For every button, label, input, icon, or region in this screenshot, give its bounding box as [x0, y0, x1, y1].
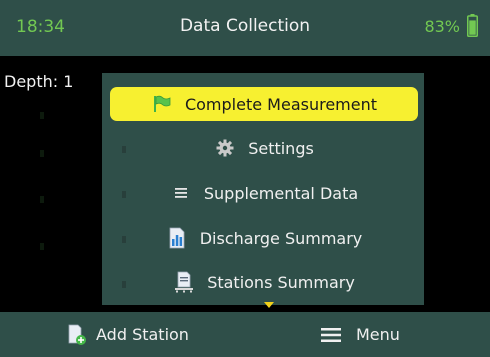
options-menu-popup: Complete Measurement Settings Supplement…	[102, 73, 424, 305]
app-title: Data Collection	[179, 16, 311, 36]
battery-percentage: 83%	[424, 17, 460, 36]
station-marker	[40, 196, 44, 203]
stations-document-icon	[173, 271, 195, 293]
chart-document-icon	[166, 227, 188, 249]
station-marker	[40, 150, 44, 157]
add-station-label: Add Station	[96, 325, 189, 344]
gear-icon	[214, 137, 236, 159]
title-bar: 18:34 Data Collection 83%	[0, 0, 490, 56]
menu-item-label: Discharge Summary	[199, 228, 363, 248]
battery-icon	[467, 14, 478, 37]
station-marker	[40, 112, 44, 119]
flag-icon	[151, 93, 173, 115]
list-icon	[170, 182, 192, 204]
menu-item-label: Stations Summary	[207, 272, 355, 292]
menu-item-complete-measurement[interactable]: Complete Measurement	[110, 87, 418, 121]
add-station-button[interactable]: Add Station	[66, 312, 189, 357]
menu-item-stations-summary[interactable]: Stations Summary	[110, 265, 418, 299]
menu-item-label: Supplemental Data	[203, 183, 359, 203]
menu-button[interactable]: Menu	[320, 312, 400, 357]
hamburger-icon	[320, 324, 342, 346]
menu-item-supplemental-data[interactable]: Supplemental Data	[110, 176, 418, 210]
menu-label: Menu	[356, 325, 400, 344]
menu-item-discharge-summary[interactable]: Discharge Summary	[110, 221, 418, 255]
station-marker	[40, 243, 44, 250]
depth-label: Depth: 1	[4, 72, 74, 91]
chevron-down-icon	[264, 302, 274, 308]
menu-item-label: Complete Measurement	[184, 94, 378, 114]
menu-item-settings[interactable]: Settings	[110, 131, 418, 165]
menu-item-label: Settings	[248, 138, 314, 158]
softkey-bar: Add Station Menu	[0, 312, 490, 357]
add-document-icon	[66, 324, 88, 346]
